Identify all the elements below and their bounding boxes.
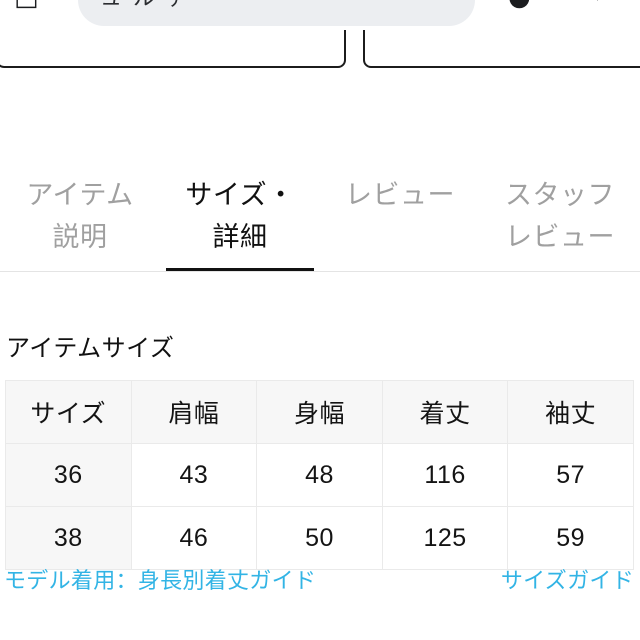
- column-header-shoulder: 肩幅: [130, 380, 258, 444]
- tab-bar-divider: [0, 271, 640, 272]
- table-header: サイズ 肩幅 身幅 着丈 袖丈: [5, 380, 634, 444]
- cell-sleeve: 59: [507, 506, 634, 570]
- guide-links-row: モデル着用：身長別着丈ガイド サイズガイド: [0, 566, 640, 600]
- address-bar-text[interactable]: ュ ル ァ ・: [100, 0, 223, 12]
- tab-label: サイズ・ 詳細: [185, 180, 295, 252]
- size-guide-link[interactable]: サイズガイド: [501, 566, 634, 596]
- chevron-down-icon[interactable]: ▾: [592, 0, 603, 8]
- tab-staff-reviews[interactable]: スタッフ レビュー: [480, 150, 640, 272]
- tab-switcher-icon[interactable]: □: [14, 0, 39, 10]
- table-row: 38 46 50 125 59: [5, 506, 634, 570]
- table-header-row: サイズ 肩幅 身幅 着丈 袖丈: [5, 380, 634, 444]
- cell-sleeve: 57: [507, 443, 634, 507]
- product-detail-tabs: アイテム 説明 サイズ・ 詳細 レビュー スタッフ レビュー: [0, 150, 640, 272]
- cell-shoulder: 43: [130, 443, 258, 507]
- tab-label: スタッフ レビュー: [505, 180, 615, 252]
- tab-label: レビュー: [345, 180, 455, 210]
- account-avatar-icon[interactable]: ●: [508, 0, 531, 10]
- item-size-table: サイズ 肩幅 身幅 着丈 袖丈 36 43 48 116 57 38 46 50…: [5, 380, 634, 570]
- cell-size: 36: [5, 443, 132, 507]
- table-row: 36 43 48 116 57: [5, 443, 634, 507]
- column-header-chest: 身幅: [256, 380, 383, 444]
- column-header-sleeve: 袖丈: [507, 380, 634, 444]
- cell-chest: 48: [256, 443, 383, 507]
- cell-shoulder: 46: [130, 506, 258, 570]
- cell-chest: 50: [256, 506, 383, 570]
- table-body: 36 43 48 116 57 38 46 50 125 59: [5, 443, 634, 570]
- cell-length: 125: [381, 506, 509, 570]
- model-wearing-guide-link[interactable]: モデル着用：身長別着丈ガイド: [4, 566, 316, 596]
- column-header-length: 着丈: [381, 380, 509, 444]
- column-header-size: サイズ: [5, 380, 132, 444]
- tab-label: アイテム 説明: [26, 180, 134, 252]
- cell-length: 116: [381, 443, 509, 507]
- cutoff-box-left[interactable]: [0, 30, 346, 68]
- cutoff-box-right[interactable]: [363, 30, 640, 68]
- tab-item-description[interactable]: アイテム 説明: [0, 150, 160, 272]
- cutoff-button-pair: [0, 30, 640, 74]
- cell-size: 38: [5, 506, 132, 570]
- browser-chrome-strip: □ ュ ル ァ ・ ● ▾: [0, 0, 640, 30]
- page-title: アイテムサイズ: [6, 335, 175, 362]
- tab-size-detail[interactable]: サイズ・ 詳細: [160, 150, 320, 272]
- tab-reviews[interactable]: レビュー: [320, 150, 480, 272]
